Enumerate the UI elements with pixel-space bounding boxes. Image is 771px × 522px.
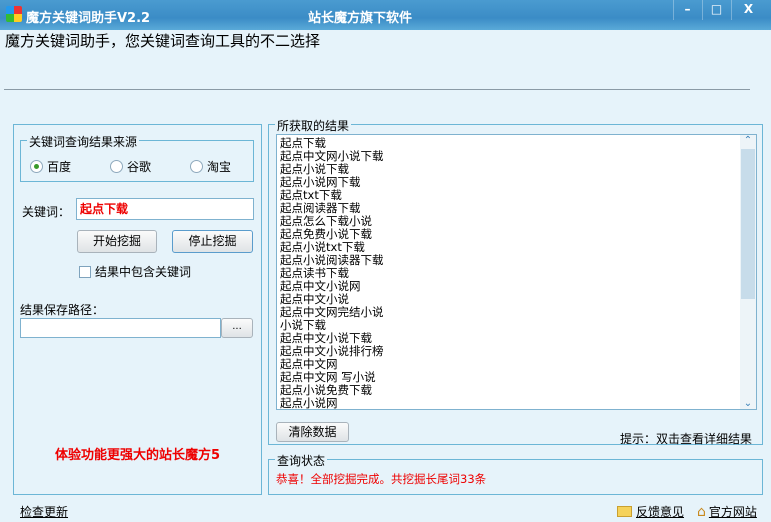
promo-link[interactable]: 体验功能更强大的站长魔方5 [13,444,262,463]
radio-taobao[interactable]: 淘宝 [190,158,231,175]
status-message: 恭喜！全部挖掘完成。共挖掘长尾词33条 [276,472,487,486]
app-icon [6,6,22,22]
radio-circle [30,160,43,173]
radio-label: 淘宝 [207,160,232,174]
divider [4,89,750,90]
home-icon: ⌂ [697,503,706,520]
radio-baidu[interactable]: 百度 [30,158,71,175]
feedback-label: 反馈意见 [636,505,685,519]
radio-google[interactable]: 谷歌 [110,158,151,175]
tagline: 魔方关键词助手，您关键词查询工具的不二选择 [5,32,321,50]
scroll-up-icon[interactable]: ⌃ [740,135,756,146]
radio-circle [190,160,203,173]
save-path-label: 结果保存路径： [20,303,105,317]
keyword-input[interactable]: 起点下载 [76,198,254,220]
stop-mining-button[interactable]: 停止挖掘 [172,230,253,253]
close-button[interactable]: X [731,0,765,20]
save-path-input[interactable] [20,318,221,338]
browse-button[interactable]: ... [221,318,253,338]
radio-label: 百度 [47,160,72,174]
clear-data-button[interactable]: 清除数据 [276,422,349,442]
source-group-label: 关键词查询结果来源 [27,133,140,150]
website-link[interactable]: ⌂ 官方网站 [697,503,757,520]
hint-text: 提示：双击查看详细结果 [619,432,752,446]
include-keyword-checkbox[interactable]: 结果中包含关键词 [79,263,191,280]
checkbox-box [79,265,91,278]
keyword-label: 关键词： [22,205,71,219]
maximize-button[interactable]: □ [702,0,730,20]
radio-label: 谷歌 [127,160,152,174]
scrollbar-thumb[interactable] [741,149,755,299]
start-mining-button[interactable]: 开始挖掘 [77,230,157,253]
radio-circle [110,160,123,173]
list-item[interactable]: 起点小说网 [280,397,384,410]
website-label: 官方网站 [708,505,757,519]
minimize-button[interactable]: – [673,0,701,20]
checkbox-label: 结果中包含关键词 [95,265,192,279]
mail-icon [617,506,632,517]
status-group-label: 查询状态 [275,452,328,469]
scrollbar[interactable]: ⌃ ⌄ [740,135,756,409]
window-title: 魔方关键词助手V2.2 [26,11,151,26]
title-bar: 魔方关键词助手V2.2 站长魔方旗下软件 – □ X [0,0,771,30]
window-subtitle: 站长魔方旗下软件 [308,11,413,26]
feedback-link[interactable]: 反馈意见 [617,503,684,520]
check-update-link[interactable]: 检查更新 [20,503,68,520]
results-list[interactable]: 起点下载 起点中文网小说下载 起点小说下载 起点小说网下载 起点txt下载 起点阅读器下载… [276,134,757,410]
results-group-label: 所获取的结果 [275,117,352,134]
scroll-down-icon[interactable]: ⌄ [740,398,756,409]
